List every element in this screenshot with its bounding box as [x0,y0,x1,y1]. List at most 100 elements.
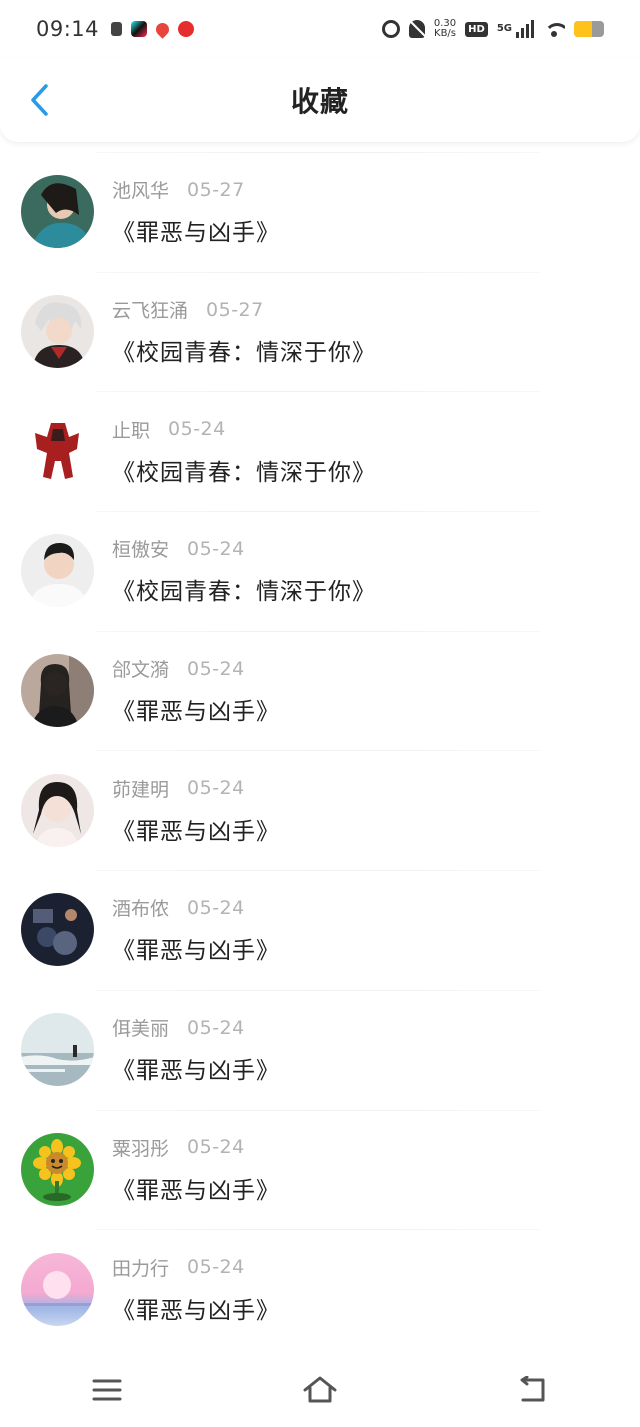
item-meta: 粟羽彤 05-24 [112,1134,280,1161]
back-icon [520,1375,545,1401]
avatar[interactable] [21,534,94,608]
divider [96,271,540,273]
divider [96,989,540,991]
status-bar: 09:14 0.30 KB/s HD 5G [0,0,640,58]
author-name: 酒布侬 [112,898,170,921]
favorite-item[interactable]: 郃文漪 05-24 《罪恶与凶手》 [0,630,640,751]
author-name: 池风华 [112,180,170,203]
avatar[interactable] [21,1132,94,1206]
author-name: 郃文漪 [112,659,170,682]
home-icon [303,1376,337,1402]
favorite-date: 05-24 [187,896,245,919]
page-title: 收藏 [290,85,349,118]
item-text: 云飞狂涌 05-27 《校园青春：情深于你》 [112,296,376,367]
favorite-item[interactable]: 茆建明 05-24 《罪恶与凶手》 [0,750,640,870]
author-name: 云飞狂涌 [112,300,189,323]
favorite-date: 05-24 [187,1016,245,1039]
signal-icon [516,20,534,38]
favorite-item[interactable]: 池风华 05-27 《罪恶与凶手》 [0,152,640,272]
item-meta: 桓傲安 05-24 [112,535,376,562]
map-app-icon [153,19,172,39]
divider [96,152,540,153]
author-name: 桓傲安 [112,539,170,562]
item-text: 池风华 05-27 《罪恶与凶手》 [112,176,280,247]
divider [96,1109,540,1111]
mute-icon [408,20,425,38]
divider [96,630,540,632]
item-meta: 田力行 05-24 [112,1254,280,1281]
item-meta: 云飞狂涌 05-27 [112,296,376,323]
battery-fill [574,21,592,37]
favorite-item[interactable]: 桓傲安 05-24 《校园青春：情深于你》 [0,511,640,631]
favorite-item[interactable]: 佴美丽 05-24 《罪恶与凶手》 [0,989,640,1110]
divider [96,511,540,513]
favorite-date: 05-27 [206,298,264,321]
item-meta: 酒布侬 05-24 [112,894,280,921]
top-app-bar: 收藏 [0,58,640,142]
favorite-item[interactable]: 粟羽彤 05-24 《罪恶与凶手》 [0,1109,640,1230]
item-meta: 止职 05-24 [112,416,376,443]
avatar[interactable] [21,414,94,488]
back-nav-button[interactable] [503,1365,563,1415]
item-text: 郃文漪 05-24 《罪恶与凶手》 [112,655,280,726]
avatar[interactable] [21,1013,94,1087]
book-title[interactable]: 《校园青春：情深于你》 [112,572,376,606]
menu-button[interactable] [77,1365,137,1415]
avatar[interactable] [21,654,94,728]
tiktok-app-icon [131,21,148,37]
item-meta: 郃文漪 05-24 [112,655,280,682]
favorite-date: 05-24 [168,418,226,441]
net-speed: 0.30 KB/s [433,18,457,39]
menu-icon [92,1379,122,1400]
avatar[interactable] [21,1252,94,1326]
author-name: 茆建明 [112,778,170,801]
divider [96,1229,540,1231]
favorite-item[interactable]: 田力行 05-24 《罪恶与凶手》 [0,1229,640,1349]
wifi-icon [543,21,565,37]
author-name: 佴美丽 [112,1018,170,1041]
system-nav-bar [0,1352,640,1427]
video-app-icon [178,21,195,37]
avatar[interactable] [21,175,94,249]
author-name: 粟羽彤 [112,1137,170,1160]
home-button[interactable] [290,1365,350,1415]
author-name: 田力行 [112,1257,170,1280]
avatar[interactable] [21,295,94,369]
book-title[interactable]: 《罪恶与凶手》 [112,1171,280,1205]
favorite-item[interactable]: 云飞狂涌 05-27 《校园青春：情深于你》 [0,271,640,392]
author-name: 止职 [112,419,151,442]
book-title[interactable]: 《罪恶与凶手》 [112,931,280,965]
item-text: 粟羽彤 05-24 《罪恶与凶手》 [112,1134,280,1205]
item-meta: 茆建明 05-24 [112,775,280,802]
favorite-date: 05-24 [187,657,245,680]
favorite-date: 05-24 [187,1256,245,1279]
book-title[interactable]: 《罪恶与凶手》 [112,1051,280,1085]
book-title[interactable]: 《罪恶与凶手》 [112,692,280,726]
item-text: 止职 05-24 《校园青春：情深于你》 [112,416,376,487]
system-status: 0.30 KB/s HD 5G [381,18,604,39]
alarm-icon [381,20,400,38]
favorite-date: 05-24 [187,777,245,800]
divider [96,870,540,872]
item-text: 佴美丽 05-24 《罪恶与凶手》 [112,1014,280,1085]
favorite-item[interactable]: 酒布侬 05-24 《罪恶与凶手》 [0,870,640,990]
avatar[interactable] [21,893,94,967]
favorite-date: 05-24 [187,537,245,560]
favorite-item[interactable]: 止职 05-24 《校园青春：情深于你》 [0,391,640,511]
book-title[interactable]: 《校园青春：情深于你》 [112,333,376,367]
network-type: 5G [496,23,512,34]
book-title[interactable]: 《校园青春：情深于你》 [112,453,376,487]
battery-icon [574,21,604,37]
book-title[interactable]: 《罪恶与凶手》 [112,1291,280,1325]
music-app-icon [111,22,123,36]
book-title[interactable]: 《罪恶与凶手》 [112,812,280,846]
item-text: 桓傲安 05-24 《校园青春：情深于你》 [112,535,376,606]
status-time: 09:14 [36,17,100,41]
avatar[interactable] [21,773,94,847]
book-title[interactable]: 《罪恶与凶手》 [112,213,280,247]
item-meta: 佴美丽 05-24 [112,1014,280,1041]
back-button[interactable] [20,80,60,120]
item-text: 酒布侬 05-24 《罪恶与凶手》 [112,894,280,965]
item-text: 田力行 05-24 《罪恶与凶手》 [112,1254,280,1325]
favorites-list: 池风华 05-27 《罪恶与凶手》 云飞狂涌 05-27 《校园青春：情深于你》 止职 05-… [0,152,640,1349]
